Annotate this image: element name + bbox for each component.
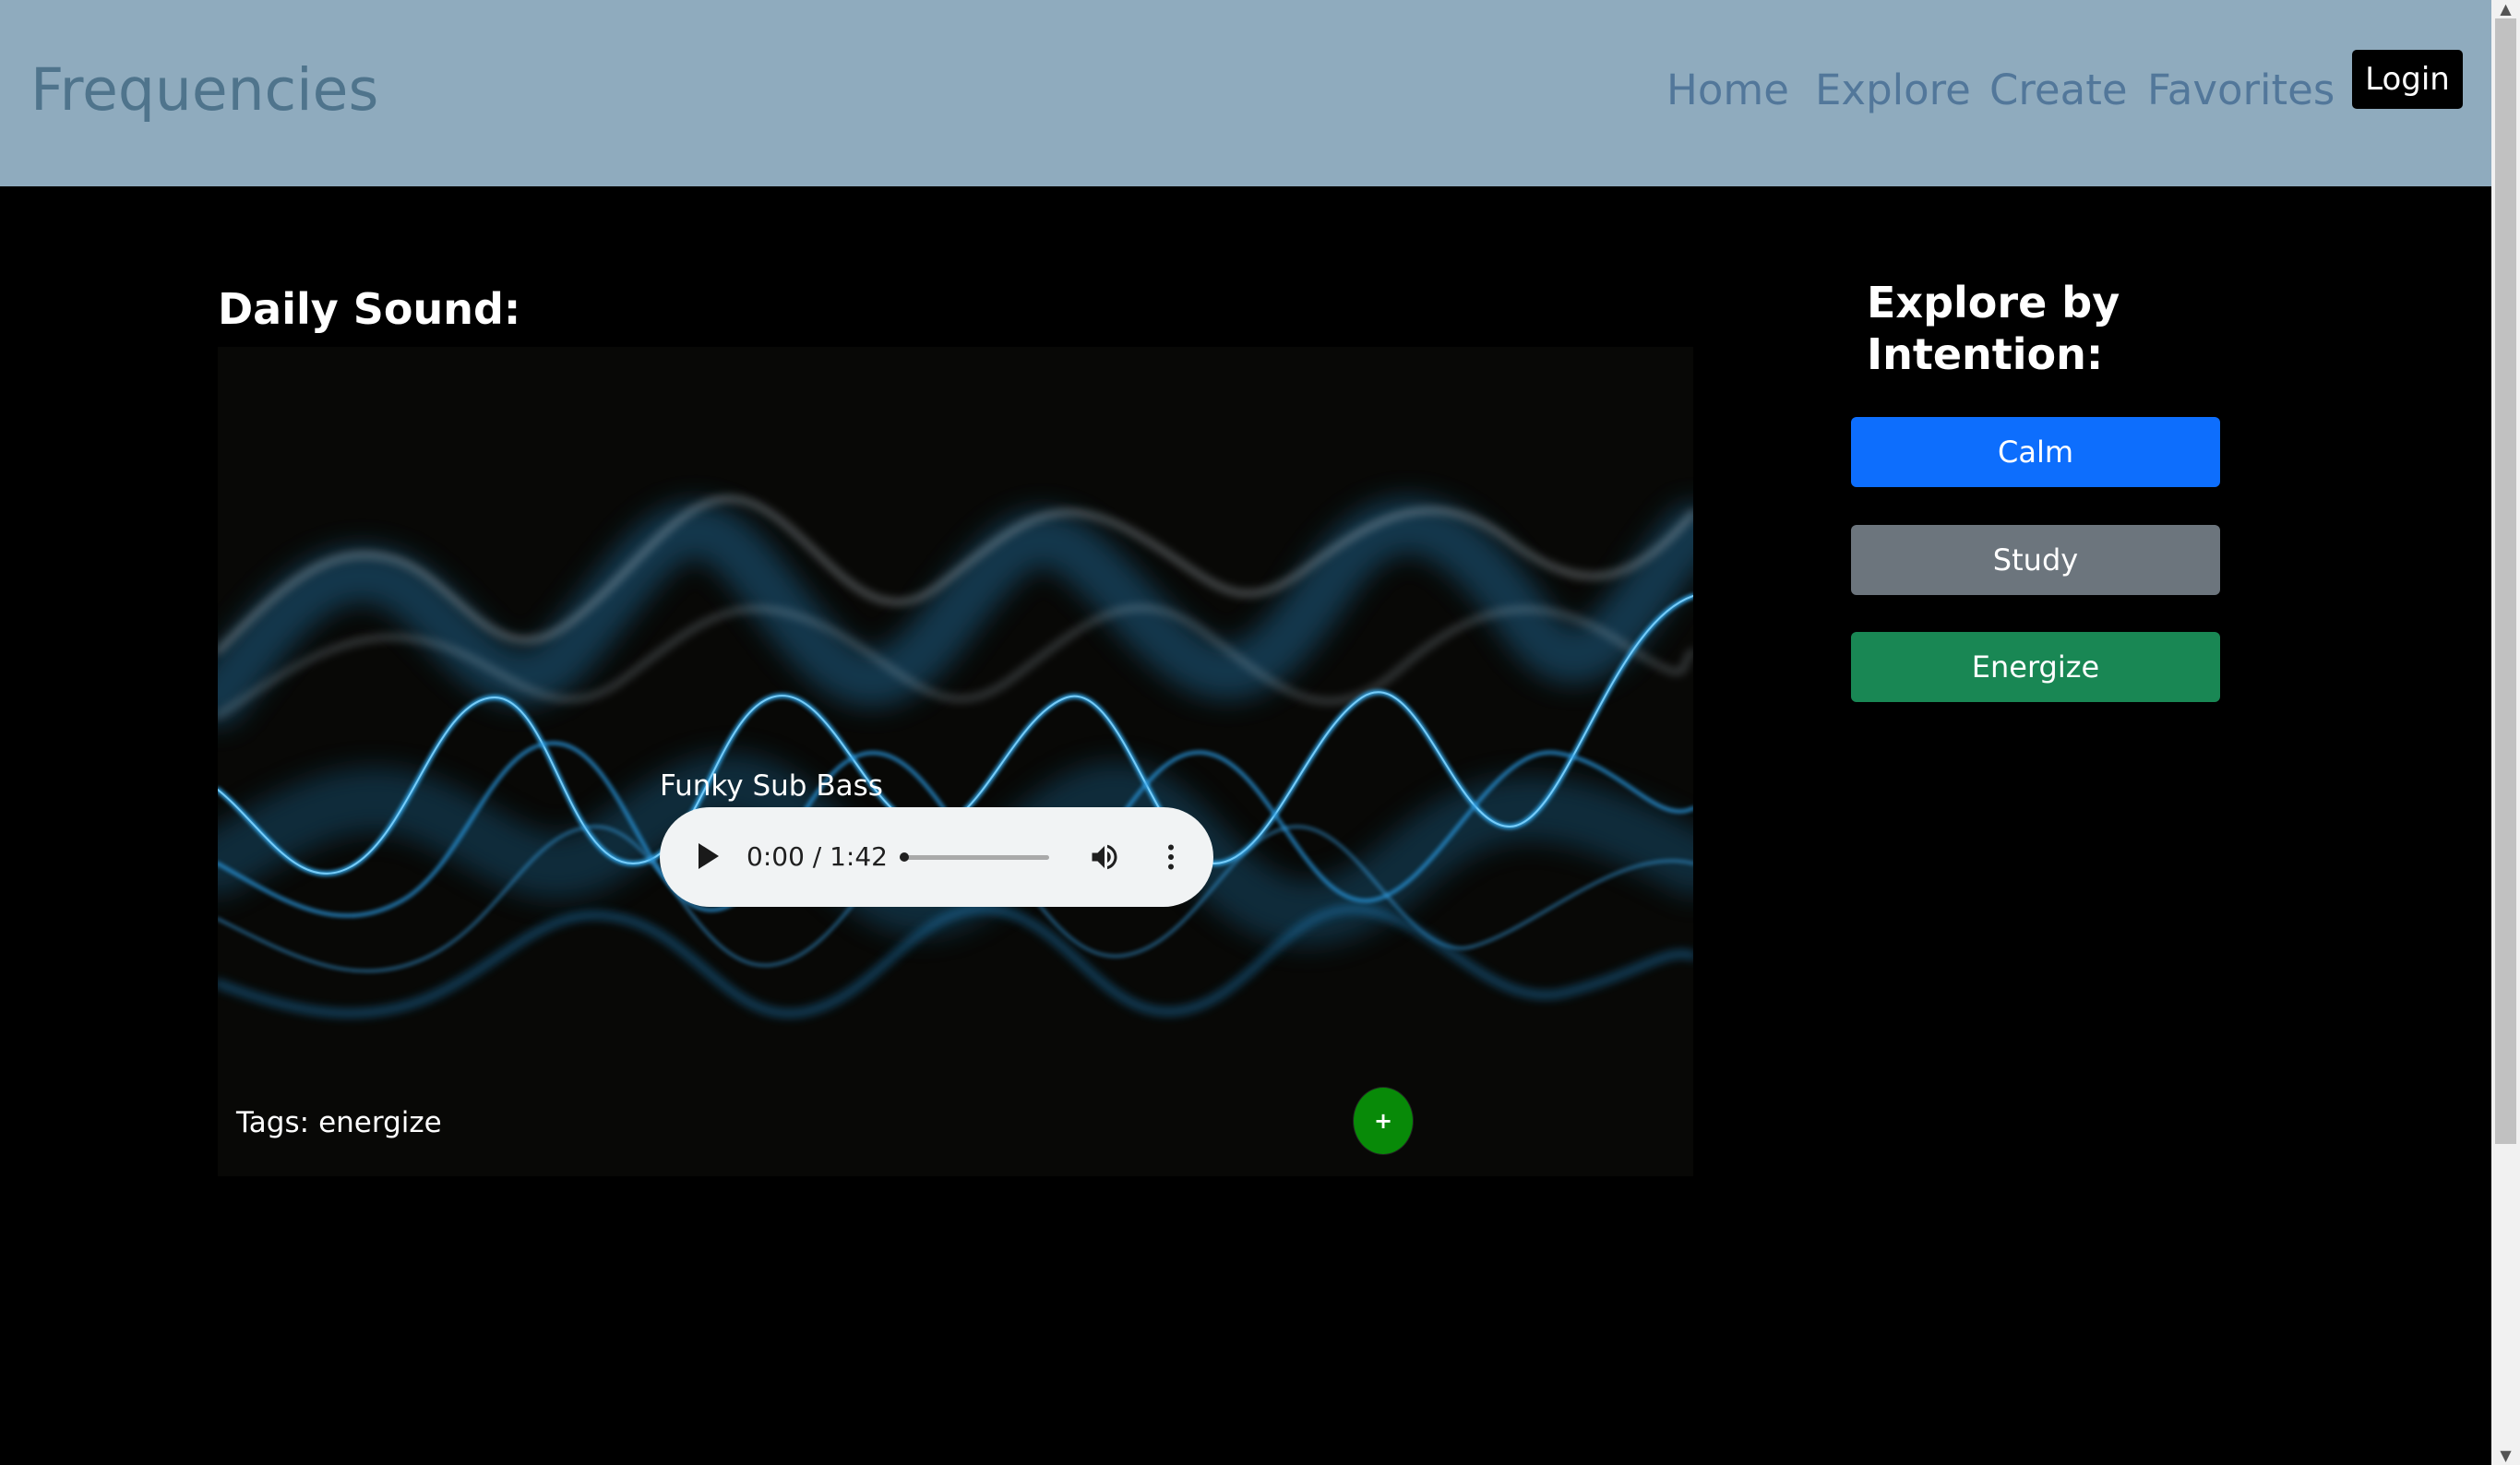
page-scrollbar[interactable]: ▲ ▼ bbox=[2491, 0, 2520, 1465]
track-title: Funky Sub Bass bbox=[660, 769, 883, 803]
daily-sound-card: Funky Sub Bass 0:00 / 1:42 Tags: energize… bbox=[218, 347, 1693, 1176]
login-button[interactable]: Login bbox=[2352, 50, 2463, 109]
more-vertical-icon[interactable] bbox=[1154, 840, 1188, 874]
nav-favorites[interactable]: Favorites bbox=[2147, 63, 2335, 118]
scroll-down-icon[interactable]: ▼ bbox=[2491, 1447, 2520, 1465]
nav-explore[interactable]: Explore bbox=[1815, 63, 1971, 118]
nav-home[interactable]: Home bbox=[1666, 63, 1789, 118]
daily-sound-title: Daily Sound: bbox=[218, 284, 521, 334]
study-button[interactable]: Study bbox=[1851, 525, 2220, 595]
audio-progress-slider[interactable] bbox=[900, 852, 1049, 862]
tags-line: Tags: energize bbox=[236, 1102, 442, 1144]
scrollbar-thumb[interactable] bbox=[2495, 18, 2516, 1144]
calm-button[interactable]: Calm bbox=[1851, 417, 2220, 487]
play-icon[interactable] bbox=[699, 843, 719, 869]
volume-icon[interactable] bbox=[1088, 840, 1121, 874]
energize-button[interactable]: Energize bbox=[1851, 632, 2220, 702]
tags-label: Tags: bbox=[236, 1106, 310, 1139]
brand-logo[interactable]: Frequencies bbox=[30, 54, 378, 127]
nav-create[interactable]: Create bbox=[1989, 63, 2128, 118]
scroll-up-icon[interactable]: ▲ bbox=[2491, 0, 2520, 18]
tags-value: energize bbox=[318, 1106, 442, 1139]
audio-progress-thumb[interactable] bbox=[900, 852, 909, 862]
audio-time: 0:00 / 1:42 bbox=[746, 841, 888, 872]
navbar: Frequencies Home Explore Create Favorite… bbox=[0, 0, 2491, 186]
add-favorite-button[interactable]: + bbox=[1353, 1087, 1414, 1155]
sound-wave-artwork bbox=[218, 495, 1693, 1018]
explore-title: Explore by Intention: bbox=[1867, 278, 2120, 379]
audio-player[interactable]: 0:00 / 1:42 bbox=[660, 807, 1213, 907]
